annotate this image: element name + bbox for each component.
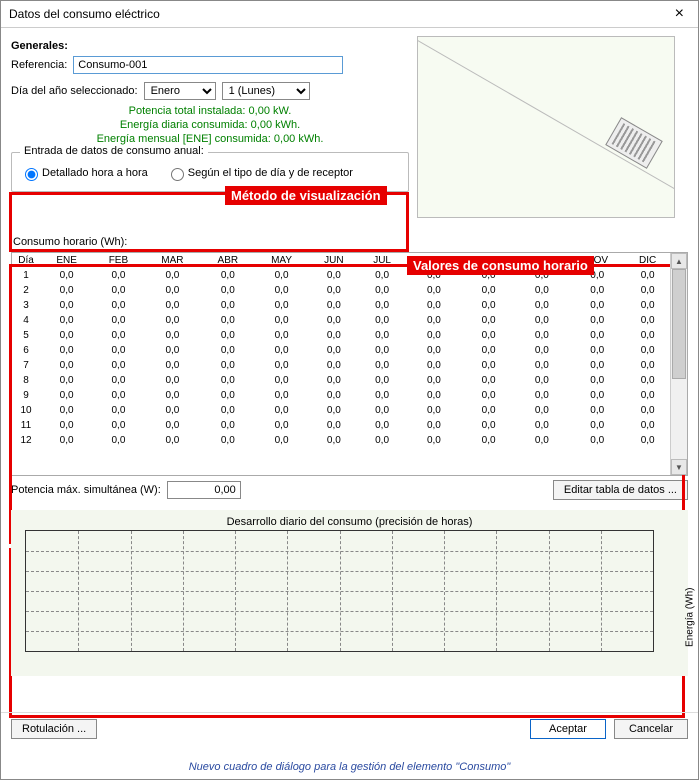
table-header: AGO	[405, 253, 463, 268]
chart-grid	[25, 530, 654, 652]
table-header: SEP	[463, 253, 515, 268]
referencia-label: Referencia:	[11, 59, 67, 71]
table-row[interactable]: 100,00,00,00,00,00,00,00,00,00,00,00,0	[12, 403, 670, 418]
rotulacion-button[interactable]: Rotulación ...	[11, 719, 97, 739]
table-header: OCT	[515, 253, 570, 268]
table-row[interactable]: 120,00,00,00,00,00,00,00,00,00,00,00,0	[12, 433, 670, 448]
table-header: JUN	[309, 253, 359, 268]
scroll-up-icon[interactable]: ▲	[671, 253, 687, 269]
cancelar-button[interactable]: Cancelar	[614, 719, 688, 739]
table-header: JUL	[359, 253, 405, 268]
entrada-group-title: Entrada de datos de consumo anual:	[20, 145, 208, 157]
table-header: FEB	[93, 253, 143, 268]
table-row[interactable]: 90,00,00,00,00,00,00,00,00,00,00,00,0	[12, 388, 670, 403]
aceptar-button[interactable]: Aceptar	[530, 719, 606, 739]
table-row[interactable]: 30,00,00,00,00,00,00,00,00,00,00,00,0	[12, 298, 670, 313]
table-row[interactable]: 40,00,00,00,00,00,00,00,00,00,00,00,0	[12, 313, 670, 328]
radio-tipodia[interactable]: Según el tipo de día y de receptor	[166, 165, 353, 181]
table-header: MAY	[254, 253, 308, 268]
table-row[interactable]: 20,00,00,00,00,00,00,00,00,00,00,00,0	[12, 283, 670, 298]
table-scrollbar[interactable]: ▲ ▼	[670, 253, 687, 475]
table-row[interactable]: 70,00,00,00,00,00,00,00,00,00,00,00,0	[12, 358, 670, 373]
table-row[interactable]: 60,00,00,00,00,00,00,00,00,00,00,00,0	[12, 343, 670, 358]
table-header: DIC	[625, 253, 670, 268]
editar-tabla-button[interactable]: Editar tabla de datos ...	[553, 480, 688, 500]
potencia-input[interactable]	[167, 481, 241, 499]
dia-select[interactable]: 1 (Lunes)	[222, 82, 310, 100]
table-header: ABR	[201, 253, 254, 268]
mes-select[interactable]: Enero	[144, 82, 216, 100]
table-header: Día	[12, 253, 40, 268]
chart-title: Desarrollo diario del consumo (precisión…	[17, 516, 682, 528]
consumo-table: DíaENEFEBMARABRMAYJUNJULAGOSEPOCTNOVDIC1…	[11, 252, 688, 476]
potencia-label: Potencia máx. simultánea (W):	[11, 484, 161, 496]
radio-detallado[interactable]: Detallado hora a hora	[20, 165, 148, 181]
table-header: MAR	[144, 253, 202, 268]
summary-text: Potencia total instalada: 0,00 kW. Energ…	[11, 104, 409, 146]
chart-area: Desarrollo diario del consumo (precisión…	[11, 510, 688, 676]
table-row[interactable]: 110,00,00,00,00,00,00,00,00,00,00,00,0	[12, 418, 670, 433]
table-header: NOV	[569, 253, 625, 268]
panel-icon	[605, 117, 663, 169]
consumo-title: Consumo horario (Wh):	[13, 236, 688, 248]
preview-pane	[417, 36, 675, 218]
table-row[interactable]: 50,00,00,00,00,00,00,00,00,00,00,00,0	[12, 328, 670, 343]
close-icon[interactable]: ×	[669, 1, 690, 27]
table-row[interactable]: 10,00,00,00,00,00,00,00,00,00,00,00,0	[12, 268, 670, 283]
table-row[interactable]: 80,00,00,00,00,00,00,00,00,00,00,00,0	[12, 373, 670, 388]
chart-ylabel: Energía (Wh)	[684, 588, 695, 647]
figure-caption: Nuevo cuadro de diálogo para la gestión …	[1, 761, 698, 773]
generales-heading: Generales:	[11, 40, 68, 52]
scroll-down-icon[interactable]: ▼	[671, 459, 687, 475]
window-title: Datos del consumo eléctrico	[9, 1, 160, 27]
dia-label: Día del año seleccionado:	[11, 85, 138, 97]
referencia-input[interactable]	[73, 56, 343, 74]
table-header: ENE	[40, 253, 93, 268]
